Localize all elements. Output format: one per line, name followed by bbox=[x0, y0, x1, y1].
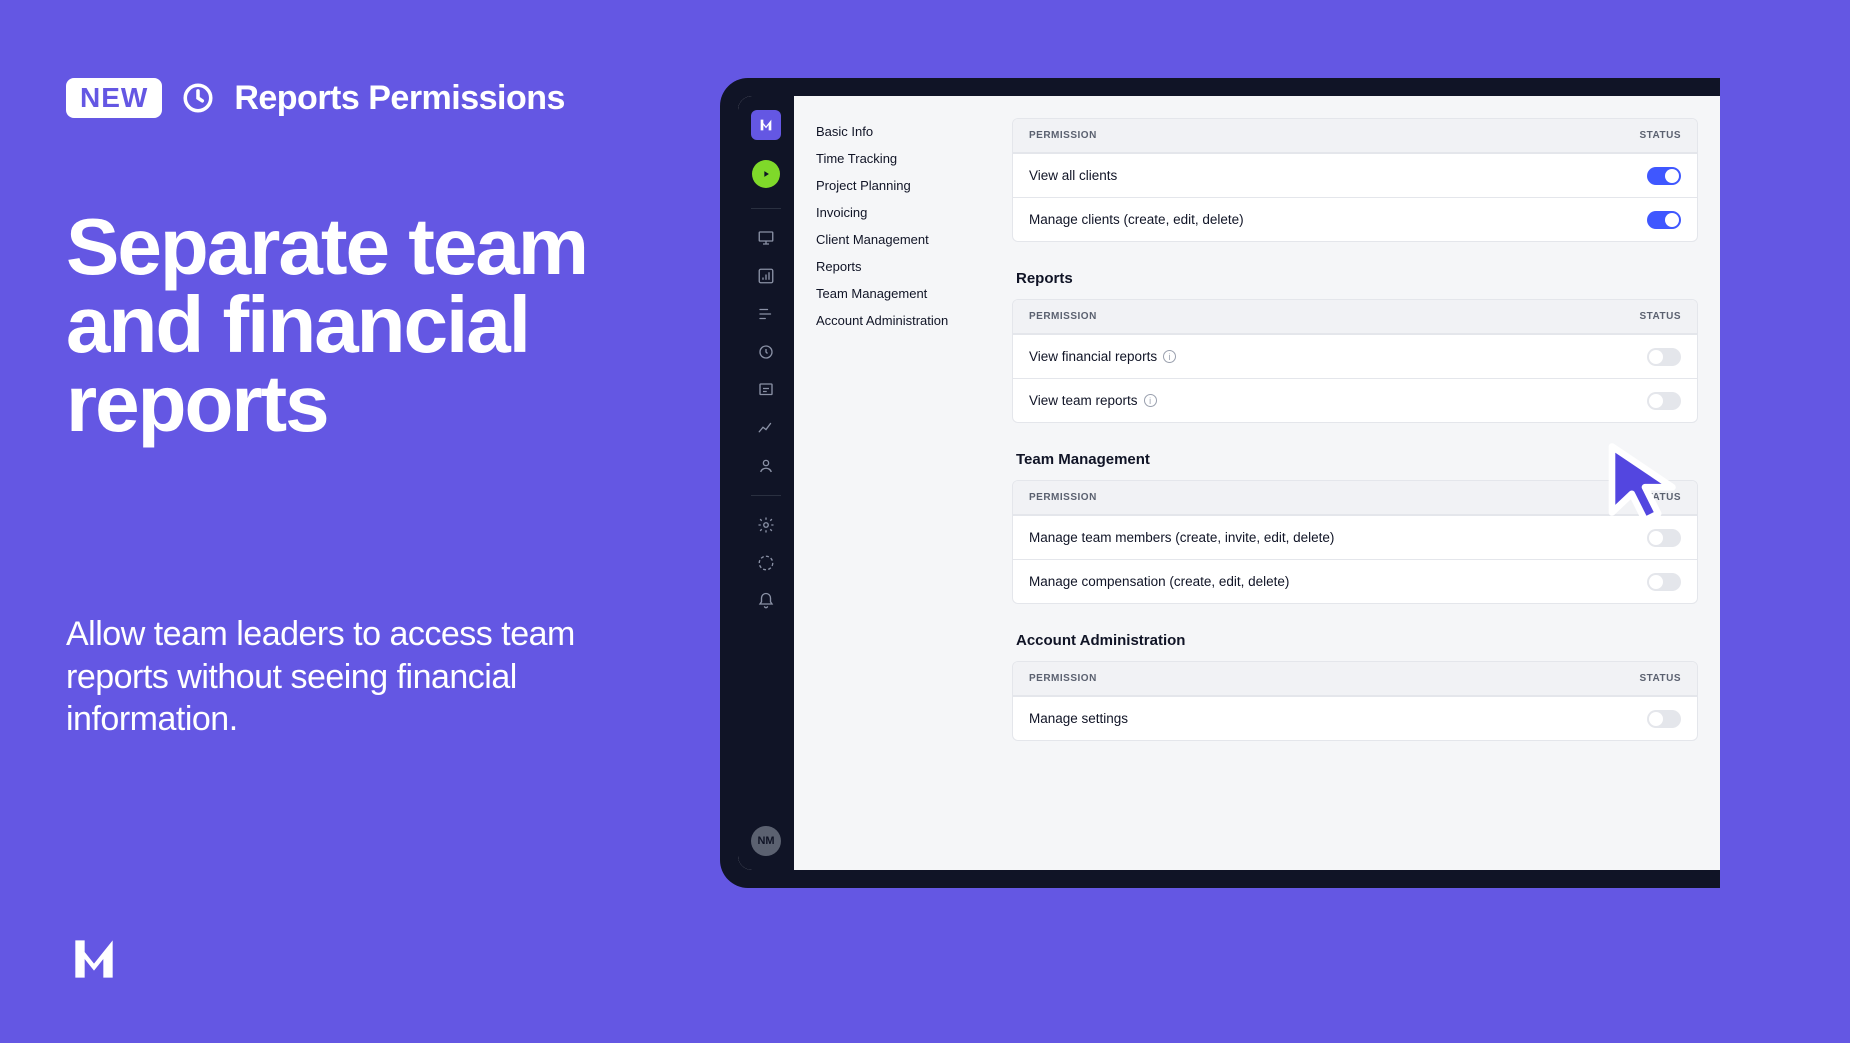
clock-icon bbox=[180, 80, 216, 116]
col-status: STATUS bbox=[1639, 673, 1681, 684]
col-status: STATUS bbox=[1639, 492, 1681, 503]
list-icon[interactable] bbox=[751, 299, 781, 329]
perm-row: Manage settings bbox=[1013, 696, 1697, 740]
toggle[interactable] bbox=[1647, 710, 1681, 728]
col-permission: PERMISSION bbox=[1029, 311, 1097, 322]
marketing-headline: Separate team and financial reports bbox=[66, 208, 666, 443]
brand-logo-icon bbox=[66, 931, 122, 987]
section-nav-item[interactable]: Account Administration bbox=[816, 307, 1004, 334]
section-nav: Basic Info Time Tracking Project Plannin… bbox=[794, 96, 1004, 870]
monitor-icon[interactable] bbox=[751, 223, 781, 253]
marketing-header: NEW Reports Permissions bbox=[66, 78, 666, 118]
history-icon[interactable] bbox=[751, 337, 781, 367]
group-title: Team Management bbox=[1016, 451, 1698, 468]
perm-row: Manage clients (create, edit, delete) bbox=[1013, 197, 1697, 241]
col-permission: PERMISSION bbox=[1029, 130, 1097, 141]
bell-icon[interactable] bbox=[751, 586, 781, 616]
section-nav-item[interactable]: Reports bbox=[816, 253, 1004, 280]
perm-group-team: Team Management PERMISSION STATUS Manage… bbox=[1012, 451, 1698, 604]
toggle[interactable] bbox=[1647, 573, 1681, 591]
perm-label: Manage compensation (create, edit, delet… bbox=[1029, 574, 1289, 589]
toggle[interactable] bbox=[1647, 211, 1681, 229]
perm-row: Manage compensation (create, edit, delet… bbox=[1013, 559, 1697, 603]
help-icon[interactable] bbox=[751, 548, 781, 578]
icon-rail: NM bbox=[738, 96, 794, 870]
perm-row: View all clients bbox=[1013, 153, 1697, 197]
col-permission: PERMISSION bbox=[1029, 673, 1097, 684]
dashboard-icon[interactable] bbox=[751, 261, 781, 291]
invoice-icon[interactable] bbox=[751, 375, 781, 405]
perm-group-reports: Reports PERMISSION STATUS View financial… bbox=[1012, 270, 1698, 423]
perm-row: Manage team members (create, invite, edi… bbox=[1013, 515, 1697, 559]
app-frame: NM Basic Info Time Tracking Project Plan… bbox=[720, 78, 1720, 888]
app-logo-icon[interactable] bbox=[751, 110, 781, 140]
perm-label: Manage team members (create, invite, edi… bbox=[1029, 530, 1334, 545]
play-timer-button[interactable] bbox=[752, 160, 780, 188]
avatar[interactable]: NM bbox=[751, 826, 781, 856]
section-nav-item[interactable]: Project Planning bbox=[816, 172, 1004, 199]
toggle[interactable] bbox=[1647, 529, 1681, 547]
col-status: STATUS bbox=[1639, 130, 1681, 141]
marketing-section-title: Reports Permissions bbox=[234, 79, 565, 118]
perm-group-account: Account Administration PERMISSION STATUS… bbox=[1012, 632, 1698, 741]
section-nav-item[interactable]: Client Management bbox=[816, 226, 1004, 253]
col-permission: PERMISSION bbox=[1029, 492, 1097, 503]
perm-label: View financial reportsi bbox=[1029, 349, 1176, 364]
perm-label: Manage settings bbox=[1029, 711, 1128, 726]
perm-row: View financial reportsi bbox=[1013, 334, 1697, 378]
section-nav-item[interactable]: Basic Info bbox=[816, 118, 1004, 145]
group-title: Account Administration bbox=[1016, 632, 1698, 649]
col-status: STATUS bbox=[1639, 311, 1681, 322]
perm-label: View all clients bbox=[1029, 168, 1117, 183]
section-nav-item[interactable]: Invoicing bbox=[816, 199, 1004, 226]
perm-group-clients: PERMISSION STATUS View all clients Manag… bbox=[1012, 118, 1698, 242]
group-title: Reports bbox=[1016, 270, 1698, 287]
perm-row: View team reportsi bbox=[1013, 378, 1697, 422]
toggle[interactable] bbox=[1647, 348, 1681, 366]
section-nav-item[interactable]: Time Tracking bbox=[816, 145, 1004, 172]
toggle[interactable] bbox=[1647, 167, 1681, 185]
new-badge: NEW bbox=[66, 78, 162, 118]
perm-label: View team reportsi bbox=[1029, 393, 1157, 408]
analytics-icon[interactable] bbox=[751, 413, 781, 443]
section-nav-item[interactable]: Team Management bbox=[816, 280, 1004, 307]
marketing-subtext: Allow team leaders to access team report… bbox=[66, 613, 666, 741]
permissions-main: PERMISSION STATUS View all clients Manag… bbox=[1004, 96, 1720, 870]
info-icon[interactable]: i bbox=[1163, 350, 1176, 363]
settings-icon[interactable] bbox=[751, 510, 781, 540]
info-icon[interactable]: i bbox=[1144, 394, 1157, 407]
perm-label: Manage clients (create, edit, delete) bbox=[1029, 212, 1244, 227]
toggle[interactable] bbox=[1647, 392, 1681, 410]
user-icon[interactable] bbox=[751, 451, 781, 481]
